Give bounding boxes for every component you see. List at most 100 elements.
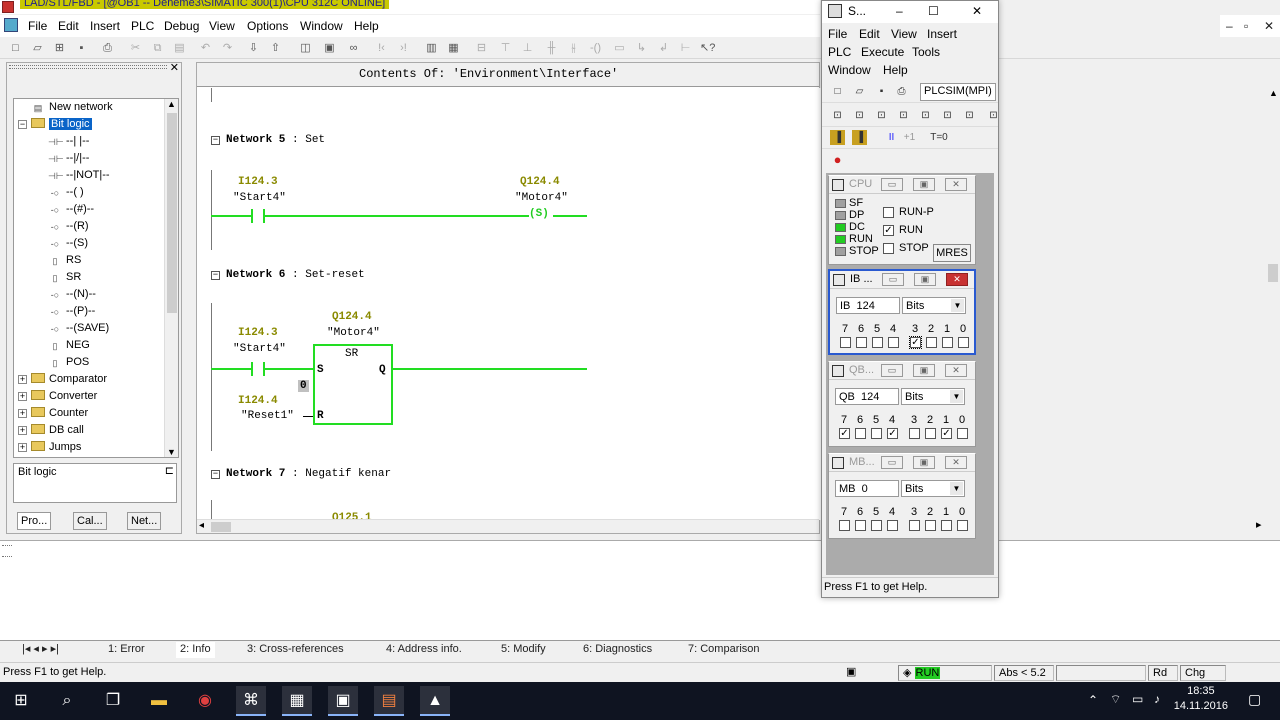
scroll-up-icon[interactable]: ▲ [1269, 88, 1278, 98]
menu-plc[interactable]: PLC [131, 19, 154, 33]
details-icon[interactable]: ▦ [446, 41, 461, 56]
tab-program-elements[interactable]: Pro... [17, 512, 52, 530]
n5-contact[interactable] [251, 209, 265, 223]
scroll-thumb[interactable] [1268, 264, 1278, 282]
insert-output-icon[interactable]: ⊡ [852, 108, 867, 123]
open-icon[interactable]: ▱ [852, 84, 867, 99]
overview-icon[interactable]: ▥ [424, 41, 439, 56]
editor-hscroll[interactable]: ◂ [197, 519, 819, 533]
collapse-icon[interactable]: − [18, 120, 27, 129]
close-icon[interactable]: ✕ [945, 456, 967, 469]
copy-icon[interactable]: ⧉ [150, 41, 165, 56]
maximize-icon[interactable]: ▣ [914, 273, 936, 286]
scroll-left-icon[interactable]: ◂ [199, 520, 204, 531]
bit-checkbox[interactable] [871, 520, 882, 531]
bit-checkbox[interactable] [958, 337, 969, 348]
catalog-item[interactable]: ⊣⊢ --| |-- [48, 133, 89, 150]
connect-icon[interactable]: ⊢ [678, 41, 693, 56]
collapse-icon[interactable]: − [211, 470, 220, 479]
insert-stack-icon[interactable]: ⊡ [986, 108, 1001, 123]
bit-checkbox[interactable] [872, 337, 883, 348]
network-icon[interactable]: ⌔ [1110, 692, 1121, 707]
close-icon[interactable]: ✕ [945, 178, 967, 191]
bit-checkbox[interactable]: ✓ [941, 428, 952, 439]
bit-checkbox[interactable] [925, 520, 936, 531]
new-icon[interactable]: □ [8, 41, 23, 56]
minimize-icon[interactable]: ▭ [881, 364, 903, 377]
plcsim-app-icon[interactable]: ▣ [328, 686, 358, 716]
minimize-icon[interactable]: ▭ [882, 273, 904, 286]
volume-icon[interactable]: ♪ [1154, 692, 1160, 706]
tab-call-structure[interactable]: Cal... [73, 512, 107, 530]
format-select[interactable]: Bits ▼ [901, 480, 965, 497]
tab-diagnostics[interactable]: 6: Diagnostics [583, 642, 652, 658]
accessible-nodes-icon[interactable]: ⊞ [52, 41, 67, 56]
catalog-scrollbar[interactable]: ▲ ▼ [164, 99, 178, 457]
minimize-icon[interactable]: – [1226, 19, 1233, 33]
tab-modify[interactable]: 5: Modify [501, 642, 546, 658]
box-icon[interactable]: ▭ [612, 41, 627, 56]
network-7-title[interactable]: − Network 7 : Negatif kenar [211, 468, 391, 480]
bit-checkbox[interactable] [888, 337, 899, 348]
n6-contact[interactable] [251, 362, 265, 376]
plcsim-menu-help[interactable]: Help [883, 63, 908, 77]
print-icon[interactable]: ⎙ [100, 41, 115, 56]
bit-checkbox[interactable] [957, 428, 968, 439]
single-scan-icon[interactable]: ▐ [852, 130, 867, 145]
next-scan-icon[interactable]: +1 [902, 130, 917, 145]
next-icon[interactable]: ›! [396, 41, 411, 56]
collapse-icon[interactable]: − [211, 136, 220, 145]
redo-icon[interactable]: ↷ [220, 41, 235, 56]
save-icon[interactable]: ▪ [74, 41, 89, 56]
bit-checkbox[interactable] [925, 428, 936, 439]
catalog-item[interactable]: + Converter [18, 388, 97, 405]
format-select[interactable]: Bits ▼ [901, 388, 965, 405]
maximize-icon[interactable]: ☐ [928, 4, 939, 18]
expand-icon[interactable]: + [18, 426, 27, 435]
menu-insert[interactable]: Insert [90, 19, 120, 33]
no-contact-icon[interactable]: ⫳ [566, 41, 581, 56]
catalog-item[interactable]: ▯ NEG [48, 337, 90, 354]
clock[interactable]: 18:35 14.11.2016 [1174, 684, 1228, 714]
bit-checkbox[interactable]: ✓ [909, 336, 922, 349]
catalog-item[interactable]: -○ --(R) [48, 218, 89, 235]
reset-timers-icon[interactable]: T=0 [928, 130, 950, 145]
minimize-icon[interactable]: ▭ [881, 178, 903, 191]
open-branch-icon[interactable]: ↳ [634, 41, 649, 56]
branch-icon[interactable]: ⊤ [498, 41, 513, 56]
scan-mode-icon[interactable]: ▐ [830, 130, 845, 145]
expand-icon[interactable]: + [18, 409, 27, 418]
bit-checkbox[interactable] [856, 337, 867, 348]
cut-icon[interactable]: ✂ [128, 41, 143, 56]
tab-cross-references[interactable]: 3: Cross-references [247, 642, 344, 658]
open-icon[interactable]: ▱ [30, 41, 45, 56]
menu-edit[interactable]: Edit [58, 19, 79, 33]
panel-grip[interactable] [9, 65, 167, 69]
address-field[interactable]: IB 124 [836, 297, 900, 314]
scroll-up-icon[interactable]: ▲ [167, 99, 176, 109]
branch-close-icon[interactable]: ⊥ [520, 41, 535, 56]
plcsim-connection-combo[interactable]: PLCSIM(MPI) [920, 83, 996, 101]
catalog-item[interactable]: -○ --(N)-- [48, 286, 96, 303]
scroll-right-icon[interactable]: ▸ [1256, 518, 1262, 531]
collapse-icon[interactable]: − [211, 271, 220, 280]
mode-checkbox[interactable]: ✓ [883, 225, 894, 236]
mres-button[interactable]: MRES [933, 244, 971, 262]
maximize-icon[interactable]: ▣ [913, 364, 935, 377]
catalog-item[interactable]: ⊣⊢ --|NOT|-- [48, 167, 110, 184]
catalog-item[interactable]: -○ --(#)-- [48, 201, 94, 218]
nc-contact-icon[interactable]: ╫ [544, 41, 559, 56]
photos-app-icon[interactable]: ▲ [420, 686, 450, 716]
scroll-thumb[interactable] [167, 113, 177, 313]
scroll-down-icon[interactable]: ▼ [167, 447, 176, 457]
insert-counter-icon[interactable]: ⊡ [918, 108, 933, 123]
bit-checkbox[interactable] [871, 428, 882, 439]
catalog-item[interactable]: ▤ New network [31, 99, 113, 116]
close-branch-icon[interactable]: ↲ [656, 41, 671, 56]
catalog-item[interactable]: -○ --(P)-- [48, 303, 96, 320]
plcsim-menu-insert[interactable]: Insert [927, 27, 957, 41]
chevron-down-icon[interactable]: ▼ [951, 299, 964, 312]
paste-icon[interactable]: ▤ [172, 41, 187, 56]
download-icon[interactable]: ⇩ [246, 41, 261, 56]
chevron-down-icon[interactable]: ▼ [950, 482, 963, 495]
